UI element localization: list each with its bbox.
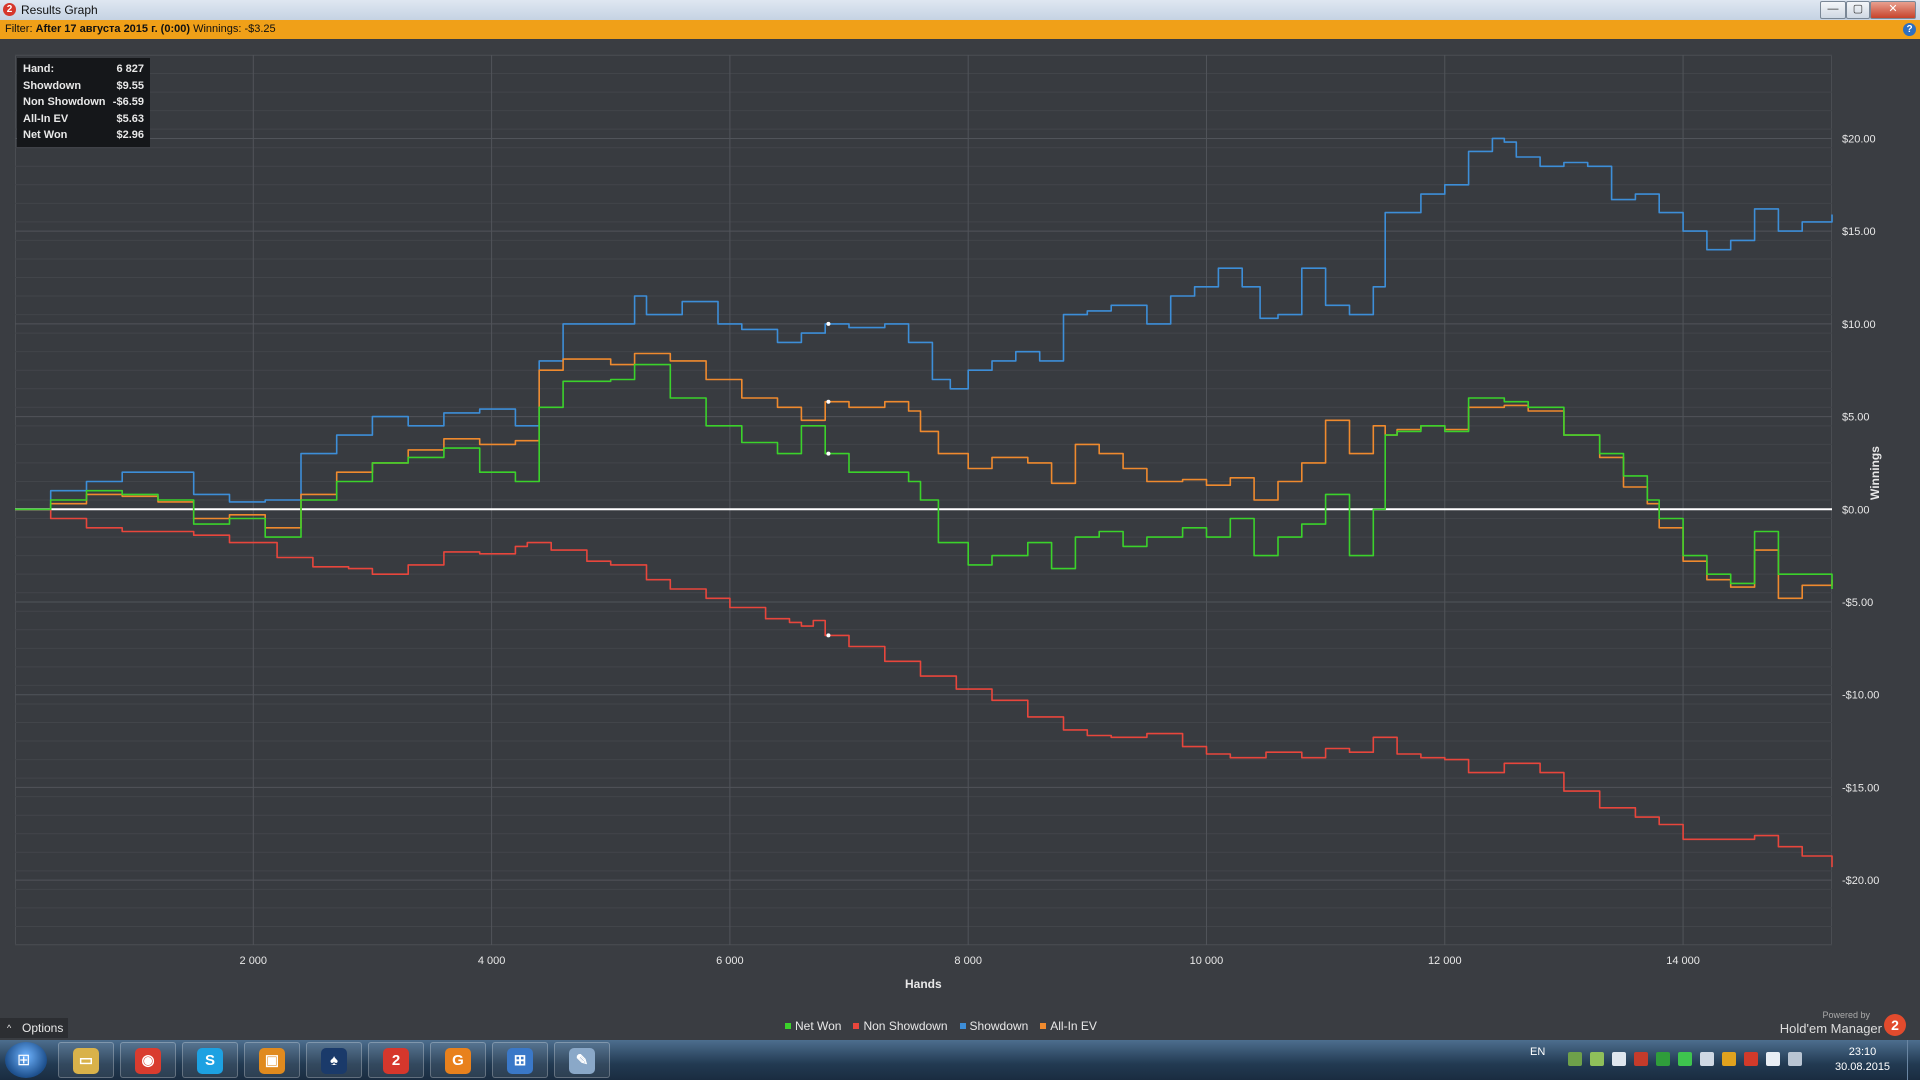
series-line-all-in-ev	[15, 352, 1833, 600]
stats-label: Hand:	[23, 63, 55, 75]
legend-swatch	[785, 1023, 791, 1029]
stats-row-showdown: Showdown $9.55	[17, 77, 150, 94]
windows-start-icon[interactable]: ⊞	[5, 1042, 47, 1078]
language-indicator[interactable]: EN	[1530, 1046, 1545, 1058]
brand-logo-icon: 2	[1884, 1014, 1906, 1036]
remote-desktop-icon: ⊞	[507, 1048, 533, 1074]
taskbar-remote-desktop[interactable]: ⊞	[492, 1042, 548, 1078]
stats-row-non-showdown: Non Showdown -$6.59	[17, 94, 150, 111]
stats-label: All-In EV	[23, 112, 69, 125]
legend-swatch	[959, 1023, 966, 1029]
virtualbox-icon: ▣	[259, 1048, 285, 1074]
spade-icon: ♠	[321, 1048, 347, 1074]
stats-box: Hand: 6 827 Showdown $9.55 Non Showdown …	[17, 58, 150, 147]
stats-value: $2.96	[114, 127, 144, 144]
y-tick-label: -$5.00	[1842, 597, 1873, 609]
x-tick-label: 12 000	[1428, 955, 1462, 967]
x-tick-label: 14 000	[1666, 955, 1700, 967]
tray-network-icon[interactable]	[1788, 1052, 1802, 1066]
x-tick-label: 8 000	[954, 955, 982, 967]
series-line-non-showdown	[15, 508, 1833, 868]
legend-swatch	[1040, 1023, 1047, 1029]
legend-item-non-showdown[interactable]: Non Showdown	[853, 1019, 948, 1033]
legend-label: Showdown	[969, 1019, 1029, 1033]
tray-windows-icon[interactable]	[1612, 1052, 1626, 1066]
y-tick-label: -$15.00	[1842, 782, 1879, 794]
taskbar-explorer[interactable]: ▭	[58, 1042, 114, 1078]
stats-row-hand: Hand: 6 827	[17, 61, 150, 78]
cursor-point	[826, 633, 831, 638]
tray-volume-icon[interactable]	[1700, 1052, 1714, 1066]
brand-name: Hold'em Manager	[1779, 1021, 1882, 1036]
y-tick-label: -$10.00	[1842, 690, 1879, 702]
x-tick-label: 2 000	[240, 955, 268, 967]
tray-check-icon[interactable]	[1678, 1052, 1692, 1066]
y-tick-label: $0.00	[1842, 504, 1870, 516]
skype-icon: S	[197, 1048, 223, 1074]
cursor-point	[826, 399, 831, 404]
stats-row-allin-ev: All-In EV $5.63	[17, 110, 150, 127]
tray-flag-icon[interactable]	[1766, 1052, 1780, 1066]
tray-nvidia-icon[interactable]	[1656, 1052, 1670, 1066]
legend-item-net-won[interactable]: Net Won	[785, 1019, 841, 1033]
clock-date: 30.08.2015	[1835, 1061, 1891, 1073]
taskbar-skype[interactable]: S	[182, 1042, 238, 1078]
taskbar-holdem-manager[interactable]: 2	[368, 1042, 424, 1078]
stats-value: 6 827	[114, 61, 144, 78]
branding: Powered by Hold'em Manager 2	[1770, 1010, 1910, 1038]
results-chart[interactable]: $20.00 $15.00 $10.00 $5.00 $0.00 -$5.00 -$10.0…	[0, 0, 1920, 1040]
stats-row-net-won: Net Won $2.96	[17, 127, 150, 144]
tray-chrome-icon[interactable]	[1722, 1052, 1736, 1066]
y-tick-label: $20.00	[1842, 133, 1876, 145]
holdem-manager-icon: 2	[383, 1048, 409, 1074]
system-tray	[1568, 1052, 1802, 1066]
stats-label: Non Showdown	[23, 96, 106, 108]
x-tick-label: 6 000	[716, 955, 744, 967]
legend-label: Non Showdown	[863, 1019, 948, 1033]
options-toggle[interactable]: ^ Options	[0, 1018, 68, 1038]
clock-time: 23:10	[1848, 1046, 1877, 1058]
legend-item-showdown[interactable]: Showdown	[959, 1019, 1029, 1033]
y-axis-title: Winnings	[1868, 446, 1882, 500]
y-tick-label: -$20.00	[1842, 875, 1879, 887]
pdf-icon: G	[445, 1048, 471, 1074]
cursor-point	[826, 321, 831, 326]
taskbar-virtualbox[interactable]: ▣	[244, 1042, 300, 1078]
stats-label: Showdown	[23, 79, 82, 92]
x-axis-title: Hands	[905, 977, 942, 991]
powered-by-text: Powered by	[1822, 1010, 1870, 1020]
y-tick-label: $5.00	[1842, 412, 1870, 424]
tray-lock-icon[interactable]	[1634, 1052, 1648, 1066]
x-tick-label: 4 000	[478, 955, 506, 967]
show-desktop-button[interactable]	[1907, 1040, 1920, 1080]
taskbar-paint[interactable]: ✎	[554, 1042, 610, 1078]
stats-value: $5.63	[114, 110, 144, 127]
legend-item-allin-ev[interactable]: All-In EV	[1040, 1019, 1097, 1033]
tray-sync-icon[interactable]	[1590, 1052, 1604, 1066]
y-tick-label: $15.00	[1842, 226, 1876, 238]
y-tick-label: $10.00	[1842, 319, 1876, 331]
chrome-icon: ◉	[135, 1048, 161, 1074]
tray-recycle-icon[interactable]	[1568, 1052, 1582, 1066]
tray-antivirus-icon[interactable]	[1744, 1052, 1758, 1066]
folder-icon: ▭	[73, 1048, 99, 1074]
stats-label: Net Won	[23, 129, 68, 141]
stats-value: $9.55	[114, 77, 144, 94]
cursor-point	[826, 451, 831, 456]
chart-legend: Net Won Non Showdown Showdown All-In EV	[785, 1019, 1097, 1033]
paint-icon: ✎	[569, 1048, 595, 1074]
options-label: Options	[22, 1021, 64, 1035]
taskbar-chrome[interactable]: ◉	[120, 1042, 176, 1078]
chevron-up-icon: ^	[7, 1023, 12, 1033]
x-tick-label: 10 000	[1190, 955, 1224, 967]
legend-swatch	[853, 1023, 860, 1029]
taskbar-clock[interactable]: 23:10 30.08.2015	[1835, 1045, 1890, 1075]
taskbar-pokerstars[interactable]: ♠	[306, 1042, 362, 1078]
legend-label: All-In EV	[1050, 1019, 1097, 1033]
taskbar-pdf[interactable]: G	[430, 1042, 486, 1078]
legend-label: Net Won	[795, 1019, 842, 1033]
stats-value: -$6.59	[110, 94, 144, 111]
